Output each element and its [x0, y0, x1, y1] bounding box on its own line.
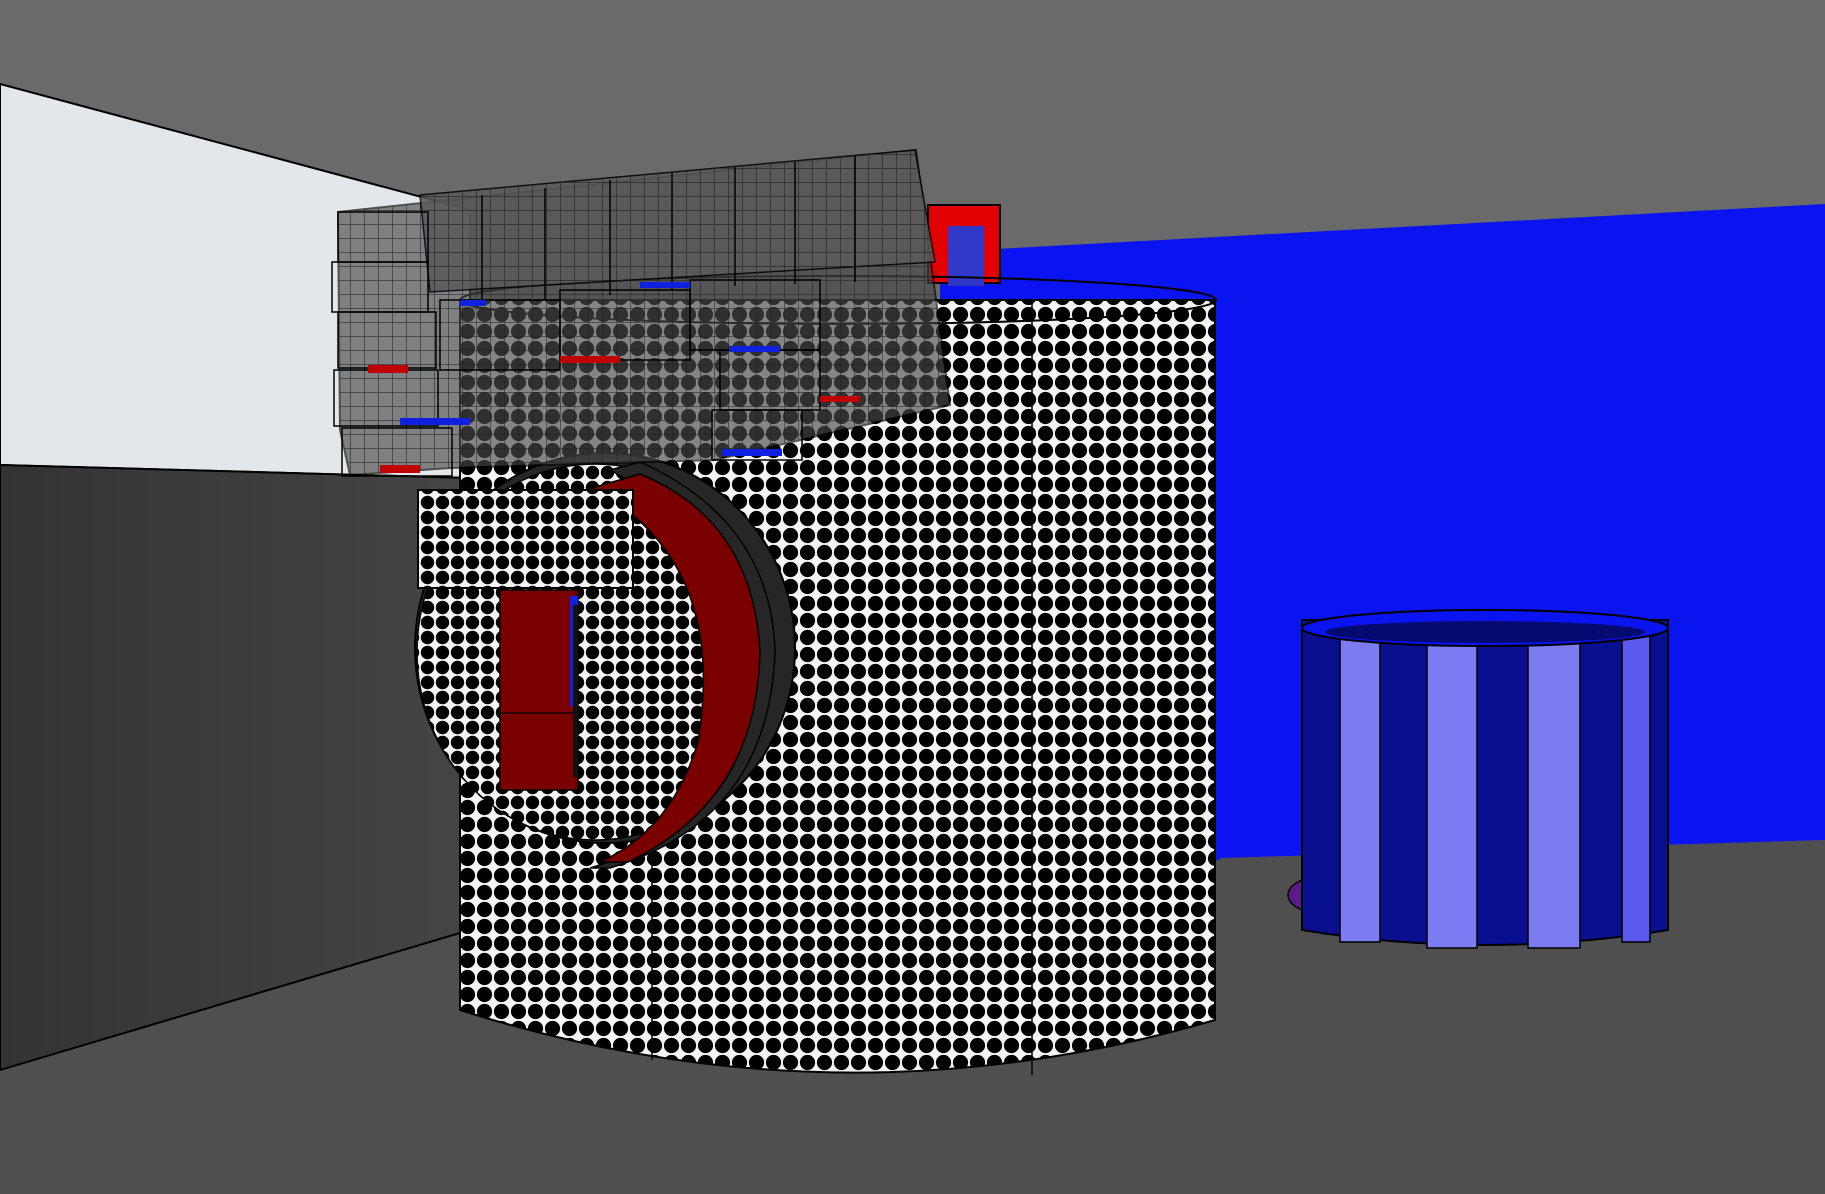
3d-scene-viewport — [0, 0, 1825, 1194]
red-frame — [927, 204, 1001, 286]
striped-blue-cylinder — [1287, 609, 1669, 949]
wireframe-lattice-roof — [331, 148, 952, 477]
